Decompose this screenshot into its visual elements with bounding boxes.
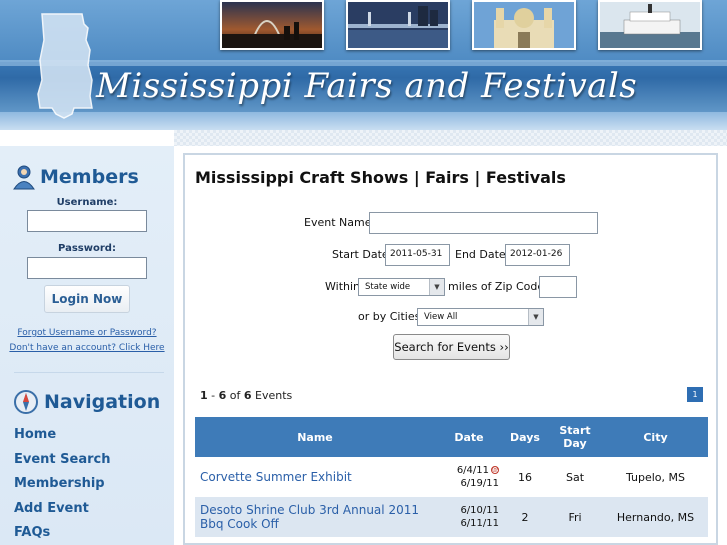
page-1-button[interactable]: 1 — [687, 387, 703, 402]
riverboat-photo — [598, 0, 702, 50]
chevron-down-icon: ▼ — [429, 279, 444, 295]
range-start: 1 — [200, 389, 208, 402]
calendar-icon[interactable]: @ — [491, 466, 499, 474]
members-title: Members — [40, 166, 139, 188]
members-heading: Members — [12, 164, 139, 190]
col-start-day-header[interactable]: Start Day — [547, 417, 603, 457]
event-date-end: 6/11/11 — [460, 518, 499, 529]
event-days: 2 — [503, 497, 547, 537]
username-label: Username: — [56, 197, 118, 208]
event-start-day: Sat — [547, 457, 603, 497]
sidebar-divider — [14, 372, 164, 373]
password-input[interactable] — [27, 257, 147, 279]
end-date-input[interactable]: 2012-01-26 — [505, 244, 570, 266]
main-panel: Mississippi Craft Shows | Fairs | Festiv… — [183, 153, 718, 545]
event-date: 6/10/11 6/11/11 — [435, 497, 503, 537]
range-dash: - — [207, 389, 219, 402]
navigation-title: Navigation — [44, 391, 161, 413]
sidebar: Members Username: Password: Login Now Fo… — [0, 146, 174, 545]
event-date: 6/4/11 @6/19/11 — [435, 457, 503, 497]
events-table: Name Date Days Start Day City Corvette S… — [195, 417, 708, 537]
site-title: Mississippi Fairs and Festivals — [96, 66, 638, 106]
events-word: Events — [251, 389, 293, 402]
forgot-credentials-link[interactable]: Forgot Username or Password? — [0, 328, 174, 338]
within-select[interactable]: State wide ▼ — [358, 278, 445, 296]
nav-item-home[interactable]: Home — [14, 427, 56, 442]
nav-item-event-search[interactable]: Event Search — [14, 452, 111, 467]
event-date-start: 6/10/11 — [460, 505, 499, 516]
nav-item-membership[interactable]: Membership — [14, 476, 105, 491]
password-label: Password: — [58, 243, 116, 254]
end-date-label: End Date — [455, 248, 506, 261]
table-row: Corvette Summer Exhibit 6/4/11 @6/19/11 1… — [195, 457, 708, 497]
username-input[interactable] — [27, 210, 147, 232]
event-date-end: 6/19/11 — [460, 478, 499, 489]
event-date-start: 6/4/11 — [456, 465, 489, 476]
search-events-button[interactable]: Search for Events ›› — [393, 334, 510, 360]
results-total: 6 — [243, 389, 252, 402]
zip-label: miles of Zip Code: — [448, 280, 548, 293]
login-button[interactable]: Login Now — [44, 285, 130, 313]
st-louis-arch-photo — [220, 0, 324, 50]
nav-item-add-event[interactable]: Add Event — [14, 501, 89, 516]
col-days-header[interactable]: Days — [503, 417, 547, 457]
event-city: Tupelo, MS — [603, 457, 708, 497]
of-text: of — [226, 389, 244, 402]
results-count: 1 - 6 of 6 Events — [200, 389, 292, 402]
event-start-day: Fri — [547, 497, 603, 537]
start-date-label: Start Date — [332, 248, 389, 261]
col-date-header[interactable]: Date — [435, 417, 503, 457]
chevron-down-icon: ▼ — [528, 309, 543, 325]
zip-input[interactable] — [539, 276, 577, 298]
page-title: Mississippi Craft Shows | Fairs | Festiv… — [195, 168, 566, 187]
col-name-header[interactable]: Name — [195, 417, 435, 457]
checker-band — [0, 130, 727, 146]
start-date-input[interactable]: 2011-05-31 — [385, 244, 450, 266]
event-city: Hernando, MS — [603, 497, 708, 537]
event-name-link[interactable]: Desoto Shrine Club 3rd Annual 2011 Bbq C… — [195, 497, 435, 537]
mississippi-state-shape-icon — [37, 13, 93, 119]
cathedral-photo — [472, 0, 576, 50]
header-bottom-fade — [0, 112, 727, 130]
table-row: Desoto Shrine Club 3rd Annual 2011 Bbq C… — [195, 497, 708, 537]
members-user-icon — [13, 165, 35, 190]
nav-item-faqs[interactable]: FAQs — [14, 525, 50, 540]
event-days: 16 — [503, 457, 547, 497]
col-city-header[interactable]: City — [603, 417, 708, 457]
signup-link[interactable]: Don't have an account? Click Here — [0, 343, 174, 353]
navigation-compass-icon — [14, 390, 38, 414]
river-bridge-photo — [346, 0, 450, 50]
event-name-label: Event Name — [304, 216, 372, 229]
navigation-heading: Navigation — [12, 388, 160, 416]
cities-label: or by Cities — [358, 310, 421, 323]
event-name-input[interactable] — [369, 212, 598, 234]
within-label: Within — [325, 280, 361, 293]
cities-select-value: View All — [424, 312, 458, 322]
cities-select[interactable]: View All ▼ — [417, 308, 544, 326]
site-header: Mississippi Fairs and Festivals — [0, 0, 727, 130]
within-select-value: State wide — [365, 282, 411, 292]
event-name-link[interactable]: Corvette Summer Exhibit — [195, 457, 435, 497]
table-header-row: Name Date Days Start Day City — [195, 417, 708, 457]
